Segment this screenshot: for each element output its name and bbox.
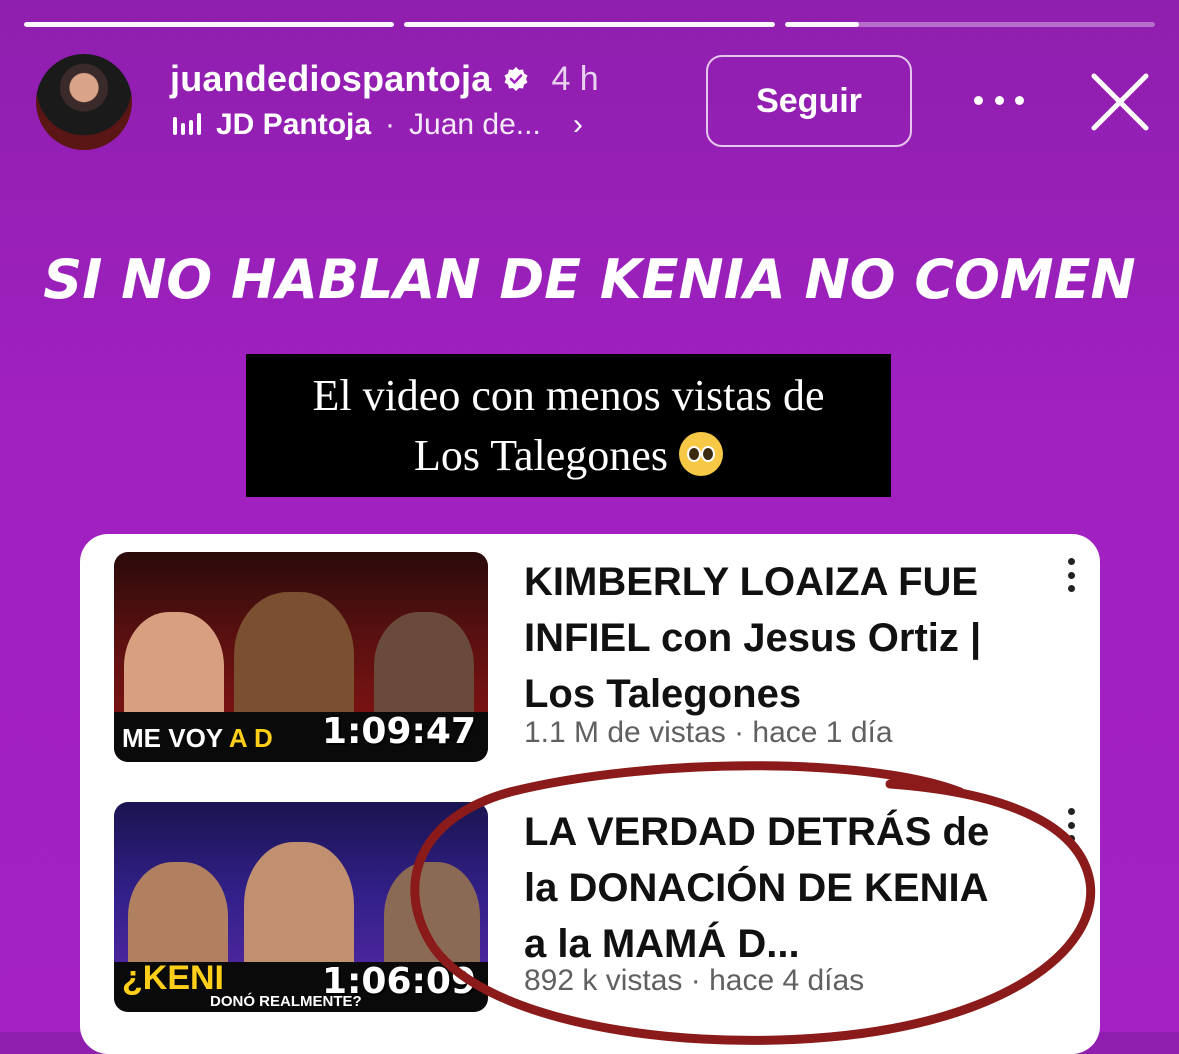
video-thumbnail[interactable]: ME VOY A D 1:09:47 (114, 552, 488, 762)
username-row: juandediospantoja 4 h (170, 58, 599, 100)
video-meta: 892 k vistas · hace 4 días (524, 964, 865, 997)
time-ago: 4 h (551, 59, 599, 98)
video-duration: 1:09:47 (321, 711, 476, 752)
caption-line-2: Los Talegones (414, 431, 668, 480)
video-meta: 1.1 M de vistas · hace 1 día (524, 716, 893, 749)
caption-line-1: El video con menos vistas de (312, 371, 825, 420)
story-headline: SI NO HABLAN DE KENIA NO COMEN (43, 248, 1136, 311)
avatar[interactable] (36, 54, 132, 150)
progress-segment (24, 22, 395, 27)
music-separator: · (385, 108, 396, 141)
pleading-face-emoji-icon (678, 432, 723, 476)
music-track: Juan de... (409, 108, 541, 141)
thumbnail-text: ¿KENI (122, 959, 224, 997)
caption-line-2-wrap: Los Talegones (246, 426, 891, 486)
story-header: juandediospantoja 4 h JD Pantoja · Juan … (36, 52, 1149, 152)
video-title[interactable]: LA VERDAD DETRÁS de la DONACIÓN DE KENIA… (524, 804, 1004, 972)
username[interactable]: juandediospantoja (170, 58, 491, 100)
close-icon[interactable] (1088, 70, 1152, 134)
music-artist: JD Pantoja (216, 108, 372, 141)
video-item[interactable]: ¿KENI DONÓ REALMENTE? 1:06:09 LA VERDAD … (114, 802, 1094, 1014)
audio-bars-icon (173, 113, 201, 135)
video-duration: 1:06:09 (321, 961, 476, 1002)
progress-fill (784, 22, 859, 27)
progress-segment (404, 22, 775, 27)
video-title[interactable]: KIMBERLY LOAIZA FUE INFIEL con Jesus Ort… (524, 554, 1004, 722)
thumbnail-text: ME VOY A D (122, 723, 273, 753)
progress-fill (404, 22, 775, 27)
follow-button[interactable]: Seguir (706, 55, 912, 147)
youtube-screenshot-card: ME VOY A D 1:09:47 KIMBERLY LOAIZA FUE I… (80, 534, 1100, 1054)
more-vertical-icon[interactable] (1068, 558, 1076, 592)
verified-badge-icon (504, 67, 528, 91)
more-horizontal-icon[interactable] (974, 82, 1024, 118)
caption-box: El video con menos vistas de Los Talegon… (246, 354, 891, 497)
story-progress (24, 22, 1155, 27)
chevron-right-icon: › (572, 108, 583, 141)
progress-segment (784, 22, 1155, 27)
music-attribution[interactable]: JD Pantoja · Juan de... › (172, 108, 583, 142)
more-vertical-icon[interactable] (1068, 808, 1076, 842)
video-thumbnail[interactable]: ¿KENI DONÓ REALMENTE? 1:06:09 (114, 802, 488, 1012)
video-item[interactable]: ME VOY A D 1:09:47 KIMBERLY LOAIZA FUE I… (114, 552, 1094, 764)
progress-fill (24, 22, 395, 27)
